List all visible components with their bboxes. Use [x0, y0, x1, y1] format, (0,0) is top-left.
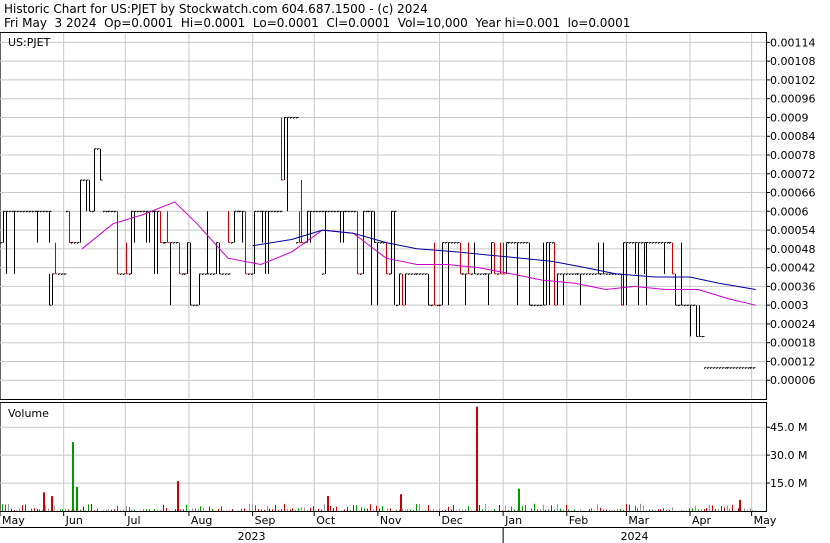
month-label: Dec [441, 514, 462, 527]
month-label: Nov [380, 514, 402, 527]
volume-bar-highlight [51, 496, 53, 511]
volume-bar-highlight [72, 442, 74, 511]
price-tick-label: 0.00114 [770, 36, 816, 49]
volume-bar-highlight [476, 406, 478, 511]
price-tick-label: 0.00036 [770, 280, 816, 293]
price-tick-label: 0.0006 [770, 205, 809, 218]
month-label: Aug [191, 514, 212, 527]
x-axis: May Jun Jul Aug Sep Oct Nov Dec Jan Feb Mar Apr May 2… [0, 511, 777, 543]
price-tick-label: 0.00048 [770, 243, 816, 256]
price-tick-label: 0.00084 [770, 130, 816, 143]
volume-bar-highlight [43, 492, 45, 511]
month-label: Jan [504, 514, 522, 527]
year-label: 2023 [238, 530, 266, 543]
volume-bar-highlight [327, 496, 329, 511]
volume-tick-label: 30.0 M [770, 449, 807, 462]
price-tick-label: 0.00012 [770, 355, 816, 368]
volume-bar-highlight [400, 494, 402, 511]
price-tick-label: 0.00078 [770, 149, 816, 162]
month-label: Feb [569, 514, 588, 527]
price-tick-label: 0.00072 [770, 168, 816, 181]
month-label: May [754, 514, 777, 527]
price-tick-label: 0.00024 [770, 318, 816, 331]
month-label: Apr [692, 514, 712, 527]
month-label: Jul [126, 514, 140, 527]
volume-tick-label: 45.0 M [770, 421, 807, 434]
volume-tick-label: 15.0 M [770, 477, 807, 490]
price-tick-label: 0.00042 [770, 262, 816, 275]
price-tick-label: 0.00066 [770, 187, 816, 200]
volume-bar-highlight [177, 481, 179, 511]
ticker-label: US:PJET [8, 36, 51, 49]
volume-label: Volume [8, 407, 49, 420]
price-y-axis: 0.00114 0.00108 0.00102 0.00096 0.0009 0.0008… [766, 36, 816, 387]
price-tick-label: 0.0009 [770, 111, 809, 124]
month-label: Mar [628, 514, 649, 527]
price-tick-label: 0.00054 [770, 224, 816, 237]
price-tick-label: 0.00108 [770, 55, 816, 68]
year-label: 2024 [621, 530, 649, 543]
volume-bar-highlight [76, 486, 78, 511]
volume-bar-highlight [518, 488, 520, 511]
volume-y-axis: 45.0 M 30.0 M 15.0 M [766, 421, 807, 490]
month-label: Oct [316, 514, 336, 527]
price-tick-label: 0.00102 [770, 74, 816, 87]
volume-panel-frame [0, 402, 767, 512]
price-panel-frame [0, 32, 767, 400]
month-label: May [2, 514, 25, 527]
price-tick-label: 0.00018 [770, 337, 816, 350]
price-tick-label: 0.00006 [770, 374, 816, 387]
month-label: Jun [65, 514, 83, 527]
price-tick-label: 0.00096 [770, 93, 816, 106]
month-label: Sep [255, 514, 276, 527]
volume-bar-highlight [739, 499, 741, 511]
price-tick-label: 0.0003 [770, 299, 809, 312]
stock-chart: 0.00114 0.00108 0.00102 0.00096 0.0009 0.0008… [0, 32, 816, 543]
